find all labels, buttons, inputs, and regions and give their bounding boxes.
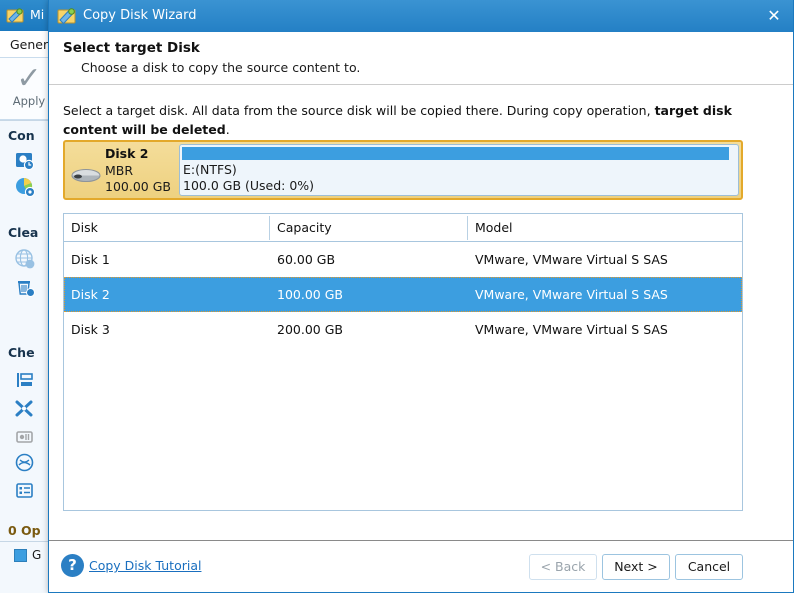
table-row[interactable]: Disk 3 200.00 GB VMware, VMware Virtual … [64, 312, 742, 347]
cell-model: VMware, VMware Virtual S SAS [475, 252, 668, 267]
partition-usage-text: 100.0 GB (Used: 0%) [183, 178, 315, 193]
dialog-footer: ? Copy Disk Tutorial < Back Next > Cance… [49, 540, 793, 592]
sidebar-section-clean: Clea [8, 225, 39, 240]
target-disk-capacity: 100.00 GB [105, 179, 171, 194]
checkmark-icon: ✓ [16, 61, 42, 96]
cell-model: VMware, VMware Virtual S SAS [475, 322, 668, 337]
cell-capacity: 100.00 GB [277, 287, 343, 302]
dialog-close-button[interactable]: ✕ [763, 6, 785, 26]
cell-disk: Disk 3 [71, 322, 110, 337]
cell-capacity: 60.00 GB [277, 252, 336, 267]
table-row[interactable]: Disk 1 60.00 GB VMware, VMware Virtual S… [64, 242, 742, 277]
apply-button[interactable]: ✓ Apply [4, 62, 54, 118]
disk-table-header: Disk Capacity Model [64, 214, 742, 242]
target-disk-scheme: MBR [105, 163, 134, 178]
tab-general[interactable]: Gener [10, 37, 48, 52]
target-disk-partition-box[interactable]: E:(NTFS) 100.0 GB (Used: 0%) [179, 144, 739, 196]
partition-align-icon[interactable] [14, 370, 36, 392]
copy-disk-tutorial-link[interactable]: Copy Disk Tutorial [89, 558, 201, 573]
general-checkbox[interactable] [14, 549, 27, 562]
disk-search-icon[interactable] [14, 150, 36, 172]
partition-wizard-icon [6, 6, 25, 25]
trash-bin-icon[interactable] [14, 276, 36, 298]
properties-list-icon[interactable] [14, 480, 36, 502]
instruction-text: Select a target disk. All data from the … [63, 101, 753, 139]
apply-button-label: Apply [12, 94, 46, 108]
pie-disk-icon[interactable] [14, 176, 36, 198]
partition-usage-bar [182, 147, 729, 160]
question-mark-icon[interactable]: ? [61, 554, 84, 577]
target-disk-info: Disk 2 MBR 100.00 GB [65, 142, 179, 198]
surface-test-disabled-icon [14, 426, 36, 448]
sidebar-section-check: Che [8, 345, 35, 360]
column-header-disk[interactable]: Disk [64, 214, 269, 241]
next-button[interactable]: Next > [602, 554, 670, 580]
screen: Mi ❐ ✕ Gener ✓ Apply Con [0, 0, 794, 593]
wipe-disk-icon[interactable] [14, 452, 36, 474]
hard-disk-icon [71, 168, 101, 183]
column-header-capacity[interactable]: Capacity [270, 214, 467, 241]
cell-disk: Disk 1 [71, 252, 110, 267]
instruction-end: . [225, 122, 230, 137]
copy-disk-wizard-icon [57, 6, 77, 26]
disk-table[interactable]: Disk Capacity Model Disk 1 60.00 GB VMwa… [63, 213, 743, 511]
dialog-body: Select a target disk. All data from the … [49, 85, 793, 540]
cell-disk: Disk 2 [71, 287, 110, 302]
main-window-title: Mi [30, 7, 45, 22]
cell-model: VMware, VMware Virtual S SAS [475, 287, 668, 302]
sidebar-section-convert: Con [8, 128, 35, 143]
copy-disk-wizard-dialog: Copy Disk Wizard ✕ Select target Disk Ch… [48, 0, 794, 593]
target-disk-name: Disk 2 [105, 146, 149, 161]
globe-disabled-icon [14, 248, 36, 270]
dialog-header: Select target Disk Choose a disk to copy… [49, 32, 793, 85]
page-title: Select target Disk [63, 40, 200, 56]
page-subtitle: Choose a disk to copy the source content… [81, 60, 361, 75]
instruction-part1: Select a target disk. All data from the … [63, 103, 655, 118]
table-row[interactable]: Disk 2 100.00 GB VMware, VMware Virtual … [64, 277, 742, 312]
cancel-button[interactable]: Cancel [675, 554, 743, 580]
back-button[interactable]: < Back [529, 554, 597, 580]
dialog-titlebar[interactable]: Copy Disk Wizard ✕ [49, 0, 793, 32]
cell-capacity: 200.00 GB [277, 322, 343, 337]
partition-label: E:(NTFS) [183, 162, 237, 177]
general-checkbox-label: G [32, 548, 42, 562]
target-disk-preview[interactable]: Disk 2 MBR 100.00 GB E:(NTFS) 100.0 GB (… [63, 140, 743, 200]
operations-pending-label: 0 Op [8, 523, 41, 538]
tools-cross-icon[interactable] [14, 398, 36, 420]
dialog-title: Copy Disk Wizard [83, 8, 197, 23]
column-header-model[interactable]: Model [468, 214, 742, 241]
